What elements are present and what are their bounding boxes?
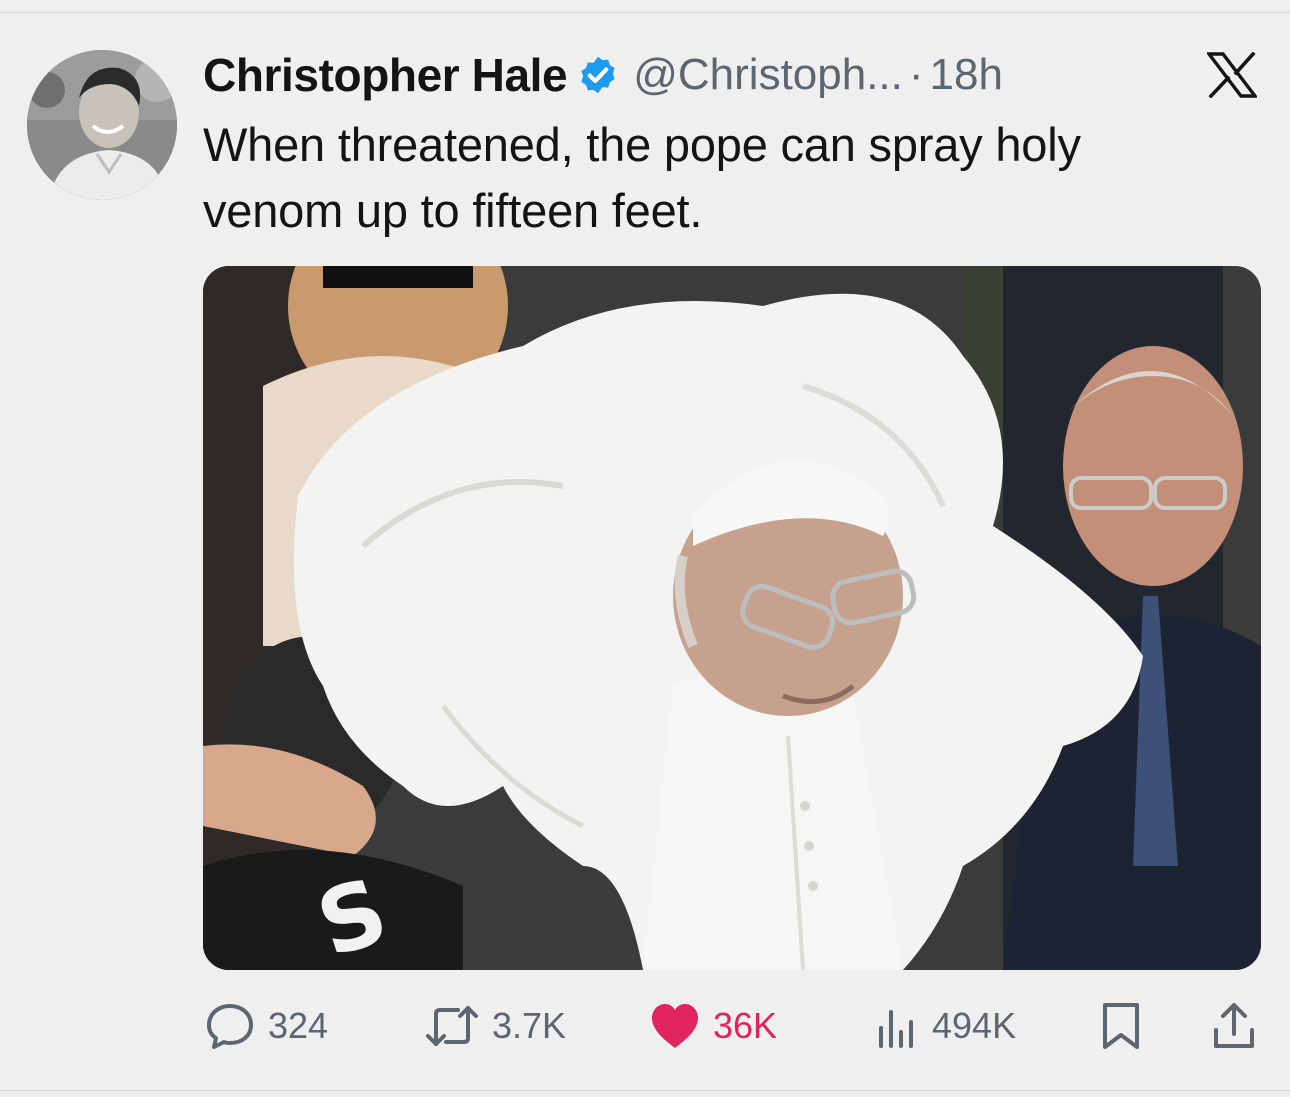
like-button[interactable]: 36K <box>649 995 777 1057</box>
bookmark-button[interactable] <box>1100 995 1142 1057</box>
verified-badge-icon <box>581 56 615 94</box>
x-logo-icon[interactable] <box>1207 52 1257 98</box>
bookmark-icon <box>1103 1003 1139 1049</box>
retweet-icon <box>426 1006 478 1046</box>
reply-button[interactable]: 324 <box>204 995 328 1057</box>
tweet-text: When threatened, the pope can spray holy… <box>203 112 1223 244</box>
tweet-action-bar: 324 3.7K 36K 494K <box>0 995 1290 1057</box>
tweet-header: Christopher Hale @Christoph... · 18h <box>203 46 1003 104</box>
views-icon <box>879 1010 913 1048</box>
tweet-text-line: venom up to fifteen feet. <box>203 184 703 237</box>
heart-icon <box>652 1004 698 1048</box>
tweet-text-line: When threatened, the pope can spray holy <box>203 118 1081 171</box>
views-button[interactable]: 494K <box>876 995 1016 1057</box>
tweet-timestamp[interactable]: 18h <box>930 50 1003 100</box>
retweet-count: 3.7K <box>492 1005 567 1046</box>
bottom-divider <box>0 1090 1290 1091</box>
tweet-media-image[interactable]: S <box>203 266 1261 970</box>
reply-count: 324 <box>268 1005 329 1046</box>
reply-icon <box>207 1004 253 1049</box>
dot-separator: · <box>908 50 924 99</box>
share-icon <box>1214 1003 1254 1048</box>
author-handle[interactable]: @Christoph... <box>633 50 903 100</box>
author-avatar[interactable] <box>27 50 177 200</box>
avatar-photo <box>27 50 177 200</box>
author-name[interactable]: Christopher Hale <box>203 48 568 102</box>
pope-photo: S <box>203 266 1261 970</box>
retweet-button[interactable]: 3.7K <box>424 995 566 1057</box>
views-count: 494K <box>932 1005 1017 1046</box>
share-button[interactable] <box>1211 995 1257 1057</box>
top-divider <box>0 12 1290 13</box>
like-count: 36K <box>713 1005 778 1046</box>
